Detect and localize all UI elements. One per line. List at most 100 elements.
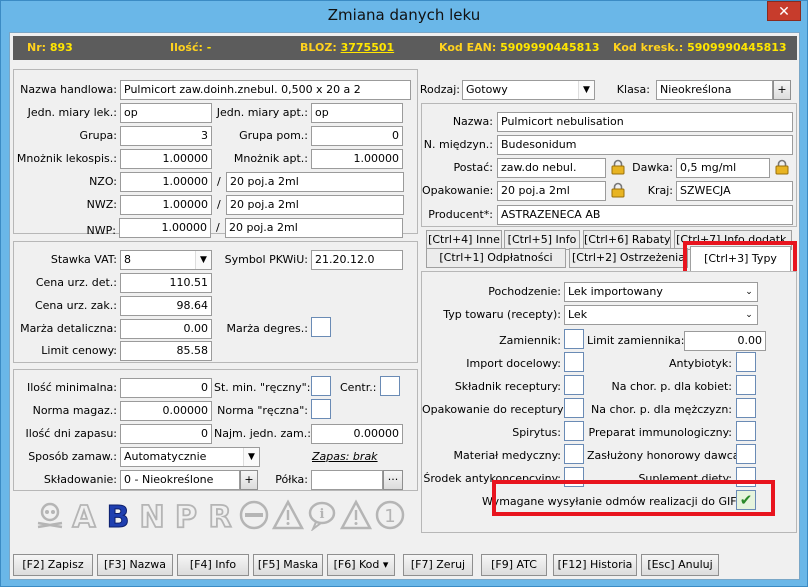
mnoznik-apt-field[interactable]: 1.00000: [311, 149, 403, 169]
rodzaj-select[interactable]: Gotowy ▼: [462, 80, 595, 100]
lock-icon[interactable]: [775, 159, 789, 175]
marza-degres-checkbox[interactable]: [311, 317, 331, 337]
pkwiu-label: Symbol PKWiU:: [224, 253, 308, 266]
st-min-checkbox[interactable]: [311, 376, 331, 396]
ilosc-min-field[interactable]: 0: [120, 378, 212, 398]
klasa-field[interactable]: Nieokreślona: [656, 80, 773, 100]
zamiennik-checkbox[interactable]: [564, 329, 584, 349]
grupa-field[interactable]: 3: [120, 126, 212, 146]
tab-ostrzezenia[interactable]: [Ctrl+2] Ostrzeżenia: [569, 248, 688, 268]
svg-text:P: P: [175, 500, 197, 531]
jedn-lek-field[interactable]: op: [120, 103, 212, 123]
nzo-desc-field[interactable]: 20 poj.a 2ml: [226, 172, 404, 192]
nwp-desc-field[interactable]: 20 poj.a 2ml: [225, 218, 403, 238]
centr-checkbox[interactable]: [380, 376, 400, 396]
material-checkbox[interactable]: [564, 444, 584, 464]
svg-text:1: 1: [384, 506, 395, 527]
spirytus-checkbox[interactable]: [564, 421, 584, 441]
typ-towaru-select[interactable]: Lek ⌄: [564, 305, 758, 325]
stawka-vat-select[interactable]: 8 ▼: [120, 250, 212, 270]
bloz-link[interactable]: 3775501: [341, 41, 395, 54]
nazwa-button[interactable]: [F3] Nazwa: [97, 554, 173, 576]
mnoznik-apt-label: Mnożnik apt.:: [233, 152, 308, 165]
polka-field[interactable]: [311, 470, 383, 490]
postac-field[interactable]: zaw.do nebul.: [497, 158, 606, 178]
svg-text:R: R: [208, 500, 231, 531]
mezczyzn-checkbox[interactable]: [736, 398, 756, 418]
postac-label: Postać:: [453, 161, 493, 174]
centr-label: Centr.:: [340, 381, 377, 394]
tab-odplatnosci[interactable]: [Ctrl+1] Odpłatności: [426, 248, 566, 268]
jedn-lek-label: Jedn. miary lek.:: [27, 106, 117, 119]
zapas-link[interactable]: Zapas: brak: [312, 450, 378, 463]
opakowanie-rec-checkbox[interactable]: [564, 398, 584, 418]
norma-reczna-checkbox[interactable]: [311, 399, 331, 419]
chevron-down-icon: ▼: [578, 81, 594, 99]
najm-field[interactable]: 0.00000: [311, 424, 403, 444]
norma-mag-label: Norma magaz.:: [32, 404, 117, 417]
klasa-add-button[interactable]: +: [773, 80, 791, 100]
ean-label: Kod EAN:: [439, 41, 497, 54]
import-checkbox[interactable]: [564, 352, 584, 372]
n-mied-field[interactable]: Budesonidum: [497, 135, 793, 155]
skladnik-checkbox[interactable]: [564, 375, 584, 395]
pkwiu-field[interactable]: 21.20.12.0: [311, 250, 403, 270]
atc-button[interactable]: [F9] ATC: [481, 554, 547, 576]
info-button[interactable]: [F4] Info: [177, 554, 249, 576]
zapisz-button[interactable]: [F2] Zapisz: [13, 554, 93, 576]
mnoznik-lek-label: Mnożnik lekospis.:: [16, 152, 117, 165]
nr-value: 893: [49, 41, 73, 54]
skladowanie-field[interactable]: 0 - Nieokreślone: [120, 470, 240, 490]
nazwa-field[interactable]: Pulmicort nebulisation: [497, 112, 793, 132]
close-button[interactable]: ✕: [767, 1, 801, 21]
nzo-field[interactable]: 1.00000: [120, 172, 212, 192]
maska-button[interactable]: [F5] Maska: [253, 554, 323, 576]
cena-zak-field[interactable]: 98.64: [120, 296, 212, 316]
stawka-vat-value: 8: [124, 253, 131, 266]
chevron-down-icon: ⌄: [741, 306, 757, 324]
opakowanie-field[interactable]: 20 poj.a 2ml: [497, 181, 606, 201]
svg-text:B: B: [107, 500, 130, 531]
jedn-apt-field[interactable]: op: [311, 103, 403, 123]
grupa-pom-field[interactable]: 0: [311, 126, 403, 146]
ilosc-dni-field[interactable]: 0: [120, 424, 212, 444]
nwp-field[interactable]: 1.00000: [119, 218, 211, 238]
nazwa-handlowa-field[interactable]: Pulmicort zaw.doinh.znebul. 0,500 x 20 a…: [120, 80, 411, 100]
skull-icon: [37, 502, 63, 529]
cena-det-field[interactable]: 110.51: [120, 273, 212, 293]
footer-toolbar: [F2] Zapisz [F3] Nazwa [F4] Info [F5] Ma…: [13, 554, 797, 578]
ean-info: Kod EAN: 5909990445813: [439, 41, 600, 54]
historia-button[interactable]: [F12] Historia: [553, 554, 637, 576]
limit-zam-label: Limit zamiennika:: [587, 334, 685, 347]
bloz-info: BLOZ: 3775501: [300, 41, 394, 54]
nwz-desc-field[interactable]: 20 poj.a 2ml: [226, 195, 404, 215]
producent-field[interactable]: ASTRAZENECA AB: [497, 205, 793, 225]
zasluzony-checkbox[interactable]: [736, 444, 756, 464]
r-letter-icon: R: [208, 499, 233, 531]
pochodzenie-select[interactable]: Lek importowany ⌄: [564, 282, 758, 302]
zeruj-button[interactable]: [F7] Zeruj: [403, 554, 473, 576]
cena-zak-label: Cena urz. zak.:: [34, 299, 117, 312]
sposob-value: Automatycznie: [124, 450, 207, 463]
anuluj-button[interactable]: [Esc] Anuluj: [641, 554, 719, 576]
window-title: Zmiana danych leku: [327, 6, 481, 24]
tab-rabaty[interactable]: [Ctrl+6] Rabaty: [583, 230, 671, 250]
kobiet-checkbox[interactable]: [736, 375, 756, 395]
immuno-checkbox[interactable]: [736, 421, 756, 441]
sposob-label: Sposób zamaw.:: [28, 450, 117, 463]
sposob-select[interactable]: Automatycznie ▼: [120, 447, 260, 467]
marza-det-field[interactable]: 0.00: [120, 319, 212, 339]
antybiotyk-checkbox[interactable]: [736, 352, 756, 372]
dawka-field[interactable]: 0,5 mg/ml: [676, 158, 770, 178]
tab-inne[interactable]: [Ctrl+4] Inne: [426, 230, 502, 250]
polka-browse-button[interactable]: ···: [383, 470, 403, 490]
norma-mag-field[interactable]: 0.00000: [120, 401, 212, 421]
limit-cenowy-field[interactable]: 85.58: [120, 341, 212, 361]
kod-dropdown-button[interactable]: [F6] Kod ▾: [327, 554, 395, 576]
kraj-field[interactable]: SZWECJA: [676, 181, 793, 201]
nzo-slash: /: [217, 175, 221, 188]
mnoznik-lek-field[interactable]: 1.00000: [120, 149, 212, 169]
limit-zam-field[interactable]: 0.00: [684, 331, 766, 351]
nwz-field[interactable]: 1.00000: [120, 195, 212, 215]
tab-info[interactable]: [Ctrl+5] Info: [504, 230, 580, 250]
